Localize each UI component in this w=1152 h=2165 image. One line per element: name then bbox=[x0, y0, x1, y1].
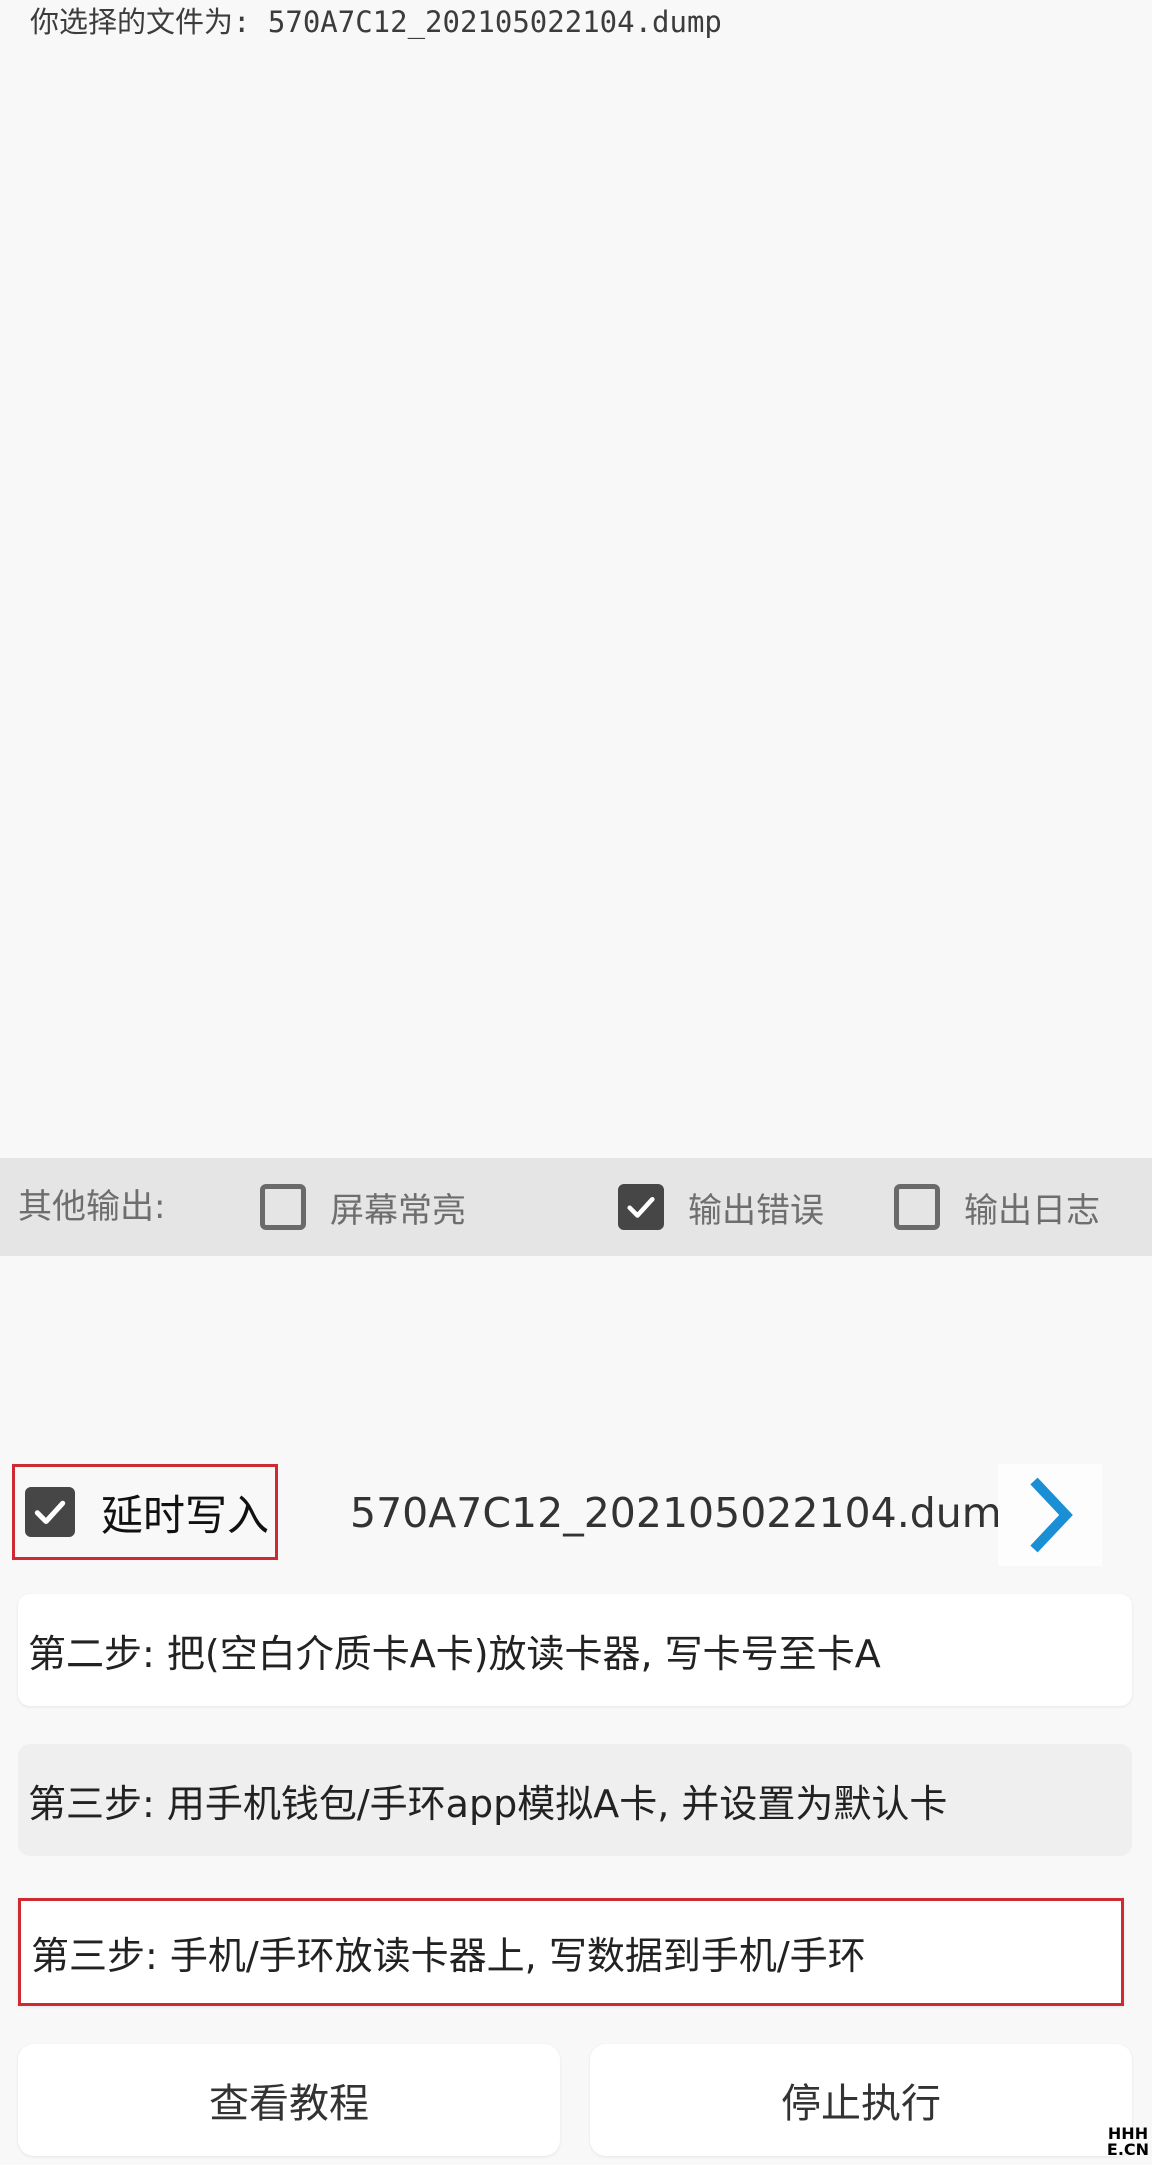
checkbox-icon bbox=[260, 1184, 306, 1230]
output-options-label: 其他输出: bbox=[18, 1187, 166, 1227]
log-output-area: 你选择的文件为: 570A7C12_202105022104.dump bbox=[0, 0, 1152, 1158]
delay-write-label: 延时写入 bbox=[101, 1490, 270, 1540]
chevron-right-icon bbox=[1030, 1477, 1073, 1553]
selected-file-log-line: 你选择的文件为: 570A7C12_202105022104.dump bbox=[30, 5, 722, 39]
keep-screen-on-label: 屏幕常亮 bbox=[330, 1190, 466, 1231]
step-write-data-button[interactable]: 第三步: 手机/手环放读卡器上, 写数据到手机/手环 bbox=[18, 1898, 1124, 2006]
file-select-row: 延时写入 570A7C12_202105022104.dump bbox=[0, 1462, 1152, 1568]
output-errors-checkbox[interactable]: 输出错误 bbox=[618, 1158, 824, 1256]
output-options-bar: 其他输出: 屏幕常亮 输出错误 输出日志 bbox=[0, 1158, 1152, 1256]
step-simulate-card-button[interactable]: 第三步: 用手机钱包/手环app模拟A卡, 并设置为默认卡 bbox=[18, 1744, 1132, 1856]
checkbox-checked-icon bbox=[25, 1487, 75, 1537]
checkbox-icon bbox=[894, 1184, 940, 1230]
output-errors-label: 输出错误 bbox=[688, 1190, 824, 1231]
step-write-card-number-button[interactable]: 第二步: 把(空白介质卡A卡)放读卡器, 写卡号至卡A bbox=[18, 1594, 1132, 1706]
selected-file-name: 570A7C12_202105022104.dump bbox=[350, 1489, 1028, 1537]
select-file-button[interactable] bbox=[998, 1464, 1102, 1566]
stop-execution-button[interactable]: 停止执行 bbox=[590, 2044, 1132, 2156]
keep-screen-on-checkbox[interactable]: 屏幕常亮 bbox=[260, 1158, 466, 1256]
view-tutorial-button[interactable]: 查看教程 bbox=[18, 2044, 560, 2156]
output-log-checkbox[interactable]: 输出日志 bbox=[894, 1158, 1100, 1256]
watermark-logo: HHH E.CN bbox=[1104, 2126, 1152, 2158]
delay-write-checkbox[interactable]: 延时写入 bbox=[12, 1464, 278, 1560]
checkbox-checked-icon bbox=[618, 1184, 664, 1230]
watermark-line-2: E.CN bbox=[1106, 2140, 1150, 2159]
output-log-label: 输出日志 bbox=[964, 1190, 1100, 1231]
